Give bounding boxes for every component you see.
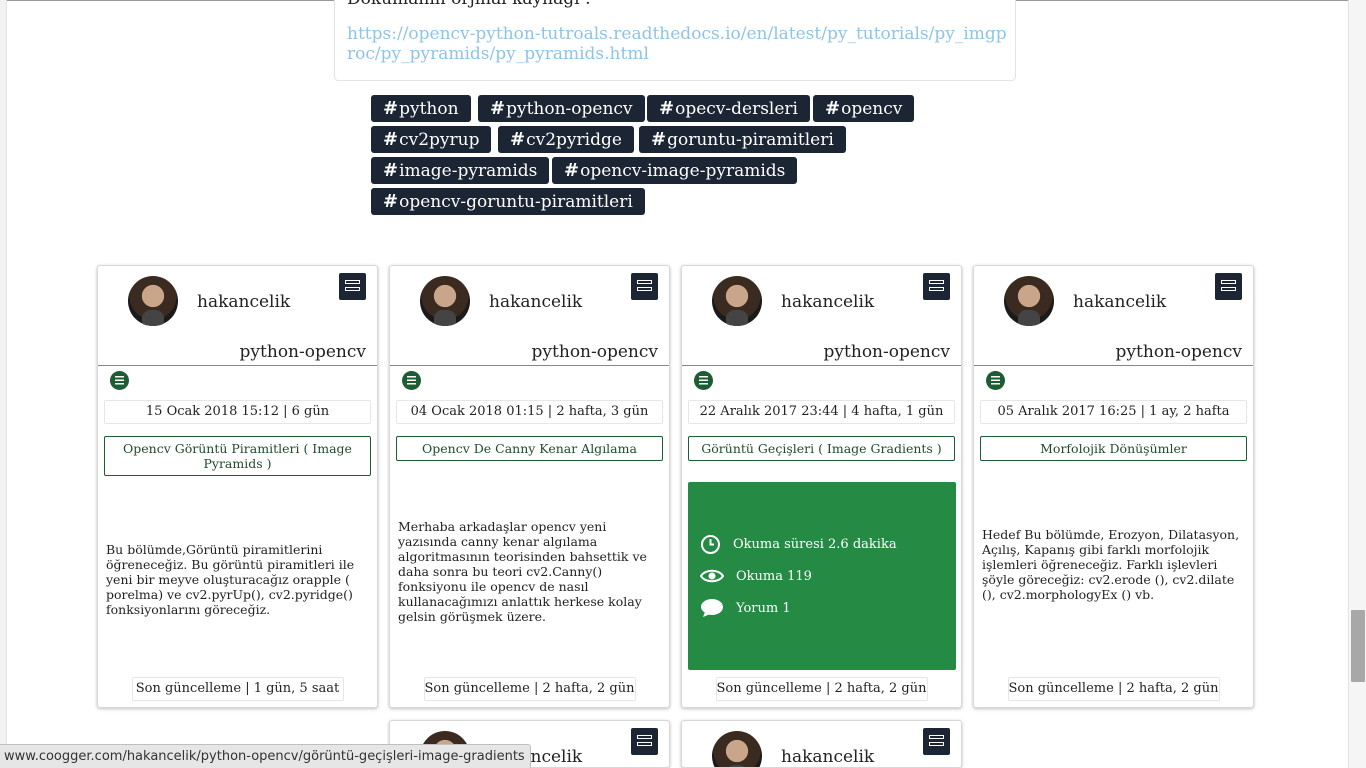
list-icon[interactable] xyxy=(986,371,1005,390)
last-updated: Son güncelleme | 2 hafta, 2 gün xyxy=(715,677,928,701)
post-card[interactable]: hakancelik python-opencv 05 Aralık 2017 … xyxy=(973,265,1254,708)
username[interactable]: hakancelik xyxy=(1073,292,1166,312)
comment-icon xyxy=(701,599,723,617)
last-updated: Son güncelleme | 1 gün, 5 saat xyxy=(131,677,344,701)
post-card[interactable]: hakancelik python-opencv 15 Ocak 2018 15… xyxy=(97,265,378,708)
username[interactable]: hakancelik xyxy=(781,747,874,767)
tag-label: python-opencv xyxy=(506,99,633,119)
scrollbar-thumb[interactable] xyxy=(1351,610,1365,682)
card-divider xyxy=(974,365,1253,366)
page-left-border xyxy=(0,0,7,768)
vertical-scrollbar[interactable] xyxy=(1349,0,1366,768)
tag-cv2pyridge[interactable]: #cv2pyridge xyxy=(498,126,634,153)
tag-label: opencv xyxy=(841,99,903,119)
list-icon[interactable] xyxy=(402,371,421,390)
source-link[interactable]: https://opencv-python-tutroals.readthedo… xyxy=(347,24,1007,64)
tag-opecv-dersleri[interactable]: #opecv-dersleri xyxy=(647,95,810,122)
card-divider xyxy=(98,365,377,366)
category-label[interactable]: python-opencv xyxy=(240,342,366,362)
card-divider xyxy=(390,365,669,366)
tag-label: cv2pyridge xyxy=(526,130,622,150)
avatar[interactable] xyxy=(1004,276,1054,326)
tag-goruntu-piramitleri[interactable]: #goruntu-piramitleri xyxy=(639,126,846,153)
tag-opencv-image-pyramids[interactable]: #opencv-image-pyramids xyxy=(552,157,798,184)
post-stats-panel[interactable]: Okuma süresi 2.6 dakika Okuma 119 Yorum … xyxy=(688,482,956,670)
post-card[interactable]: hakancelik python-opencv 04 Ocak 2018 01… xyxy=(389,265,670,708)
list-icon[interactable] xyxy=(694,371,713,390)
tag-label: python xyxy=(399,99,459,119)
avatar[interactable] xyxy=(712,276,762,326)
username[interactable]: hakancelik xyxy=(489,292,582,312)
source-section: Dokümanın orjinal kaynağı : https://open… xyxy=(334,0,1016,81)
post-title[interactable]: Morfolojik Dönüşümler xyxy=(980,436,1247,461)
post-date: 05 Aralık 2017 16:25 | 1 ay, 2 hafta xyxy=(980,400,1247,424)
card-divider xyxy=(682,365,961,366)
tag-cv2pyrup[interactable]: #cv2pyrup xyxy=(371,126,492,153)
category-label[interactable]: python-opencv xyxy=(1116,342,1242,362)
tag-python-opencv[interactable]: #python-opencv xyxy=(478,95,645,122)
username[interactable]: hakancelik xyxy=(781,292,874,312)
comments-stat: Yorum 1 xyxy=(700,598,791,618)
tag-opencv-goruntu-piramitleri[interactable]: #opencv-goruntu-piramitleri xyxy=(371,188,645,215)
post-title[interactable]: Opencv De Canny Kenar Algılama xyxy=(396,436,663,461)
avatar[interactable] xyxy=(712,731,762,767)
menu-icon[interactable] xyxy=(631,273,658,300)
menu-icon[interactable] xyxy=(923,728,950,755)
views-text: Okuma 119 xyxy=(736,568,812,584)
post-excerpt: Bu bölümde,Görüntü piramitlerini öğrenec… xyxy=(106,542,355,617)
avatar[interactable] xyxy=(128,276,178,326)
post-title[interactable]: Opencv Görüntü Piramitleri ( Image Pyram… xyxy=(104,436,371,476)
post-date: 22 Aralık 2017 23:44 | 4 hafta, 1 gün xyxy=(688,400,955,424)
menu-icon[interactable] xyxy=(923,273,950,300)
clock-icon xyxy=(701,535,720,554)
tag-label: cv2pyrup xyxy=(399,130,480,150)
views-stat: Okuma 119 xyxy=(700,567,812,585)
last-updated: Son güncelleme | 2 hafta, 2 gün xyxy=(423,677,636,701)
tag-label: opencv-image-pyramids xyxy=(580,161,786,181)
post-card[interactable]: hakancelik xyxy=(681,720,962,768)
post-date: 04 Ocak 2018 01:15 | 2 hafta, 3 gün xyxy=(396,400,663,424)
browser-status-bar: www.coogger.com/hakancelik/python-opencv… xyxy=(0,744,531,768)
tag-label: opencv-goruntu-piramitleri xyxy=(399,192,633,212)
tag-label: opecv-dersleri xyxy=(675,99,798,119)
category-label[interactable]: python-opencv xyxy=(824,342,950,362)
username[interactable]: hakancelik xyxy=(197,292,290,312)
post-title[interactable]: Görüntü Geçişleri ( Image Gradients ) xyxy=(688,436,955,461)
tag-opencv[interactable]: #opencv xyxy=(813,95,915,122)
comments-text: Yorum 1 xyxy=(736,600,791,616)
post-date: 15 Ocak 2018 15:12 | 6 gün xyxy=(104,400,371,424)
post-card[interactable]: hakancelik python-opencv 22 Aralık 2017 … xyxy=(681,265,962,708)
tag-label: goruntu-piramitleri xyxy=(667,130,834,150)
tag-image-pyramids[interactable]: #image-pyramids xyxy=(371,157,550,184)
list-icon[interactable] xyxy=(110,371,129,390)
tag-python[interactable]: #python xyxy=(371,95,471,122)
reading-time-stat: Okuma süresi 2.6 dakika xyxy=(700,534,897,555)
menu-icon[interactable] xyxy=(1215,273,1242,300)
source-title: Dokümanın orjinal kaynağı : xyxy=(347,0,591,9)
last-updated: Son güncelleme | 2 hafta, 2 gün xyxy=(1007,677,1220,701)
menu-icon[interactable] xyxy=(339,273,366,300)
tag-label: image-pyramids xyxy=(399,161,538,181)
eye-icon xyxy=(700,569,724,583)
category-label[interactable]: python-opencv xyxy=(532,342,658,362)
menu-icon[interactable] xyxy=(631,728,658,755)
post-excerpt: Merhaba arkadaşlar opencv yeni yazısında… xyxy=(398,519,647,624)
post-excerpt: Hedef Bu bölümde, Erozyon, Dilatasyon, A… xyxy=(982,527,1240,602)
reading-time-text: Okuma süresi 2.6 dakika xyxy=(733,537,897,552)
avatar[interactable] xyxy=(420,276,470,326)
